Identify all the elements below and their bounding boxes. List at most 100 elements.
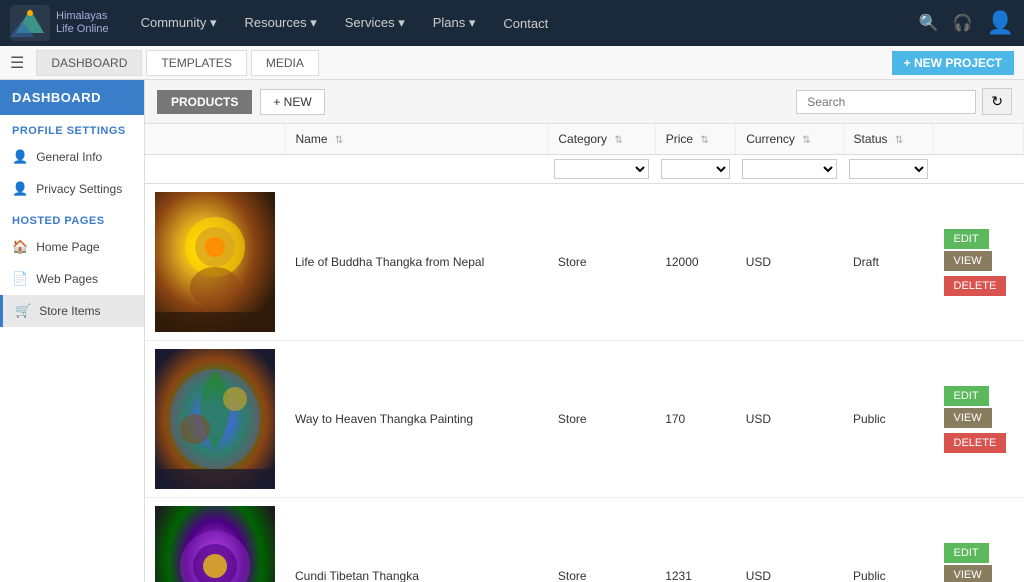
col-actions xyxy=(934,124,1024,155)
product-price-3: 1231 xyxy=(655,498,736,582)
sidebar-item-store-items[interactable]: 🛒 Store Items xyxy=(0,295,144,327)
col-name: Name ⇅ xyxy=(285,124,548,155)
view-button-1[interactable]: VIEW xyxy=(944,251,992,271)
filter-category-cell[interactable]: Store xyxy=(548,155,655,184)
delete-button-1[interactable]: DELETE xyxy=(944,276,1007,296)
nav-items: Community ▾ Resources ▾ Services ▾ Plans… xyxy=(129,9,919,37)
sidebar-header: DASHBOARD xyxy=(0,80,144,115)
price-filter-select[interactable] xyxy=(661,159,730,179)
action-buttons-1: EDIT VIEW DELETE xyxy=(944,229,1014,296)
product-status-1: Draft xyxy=(843,184,934,341)
nav-community[interactable]: Community ▾ xyxy=(129,9,229,37)
table-row: Life of Buddha Thangka from Nepal Store … xyxy=(145,184,1024,341)
edit-button-2[interactable]: EDIT xyxy=(944,386,989,406)
content-area: PRODUCTS + NEW ↻ Name ⇅ Category ⇅ xyxy=(145,80,1024,582)
search-input[interactable] xyxy=(796,90,976,114)
sidebar-item-privacy-settings[interactable]: 👤 Privacy Settings xyxy=(0,173,144,205)
product-actions-1: EDIT VIEW DELETE xyxy=(934,184,1024,341)
product-actions-3: EDIT VIEW DELETE xyxy=(934,498,1024,582)
filter-name-cell xyxy=(285,155,548,184)
nav-plans[interactable]: Plans ▾ xyxy=(421,9,488,37)
sidebar-label-general-info: General Info xyxy=(36,150,102,164)
hamburger-icon[interactable]: ☰ xyxy=(10,53,24,73)
filter-currency-cell[interactable]: USD xyxy=(736,155,843,184)
product-price-2: 170 xyxy=(655,341,736,498)
product-image-cell-3 xyxy=(145,498,285,582)
top-navigation: HimalayasLife Online Community ▾ Resourc… xyxy=(0,0,1024,46)
search-area: ↻ xyxy=(796,88,1012,115)
table-header-row: Name ⇅ Category ⇅ Price ⇅ Currency ⇅ xyxy=(145,124,1024,155)
product-status-2: Public xyxy=(843,341,934,498)
product-currency-2: USD xyxy=(736,341,843,498)
product-category-3: Store xyxy=(548,498,655,582)
product-name-1: Life of Buddha Thangka from Nepal xyxy=(285,184,548,341)
category-sort-icon[interactable]: ⇅ xyxy=(614,135,622,146)
hosted-pages-section: HOSTED PAGES xyxy=(0,205,144,231)
currency-filter-select[interactable]: USD xyxy=(742,159,837,179)
action-buttons-3: EDIT VIEW DELETE xyxy=(944,543,1014,582)
product-image-cell-1 xyxy=(145,184,285,341)
delete-button-2[interactable]: DELETE xyxy=(944,433,1007,453)
products-button[interactable]: PRODUCTS xyxy=(157,90,252,114)
name-sort-icon[interactable]: ⇅ xyxy=(335,135,343,146)
home-icon: 🏠 xyxy=(12,239,28,255)
nav-services[interactable]: Services ▾ xyxy=(333,9,417,37)
edit-button-1[interactable]: EDIT xyxy=(944,229,989,249)
product-actions-2: EDIT VIEW DELETE xyxy=(934,341,1024,498)
filter-price-cell[interactable] xyxy=(655,155,736,184)
status-filter-select[interactable]: Draft Public xyxy=(849,159,928,179)
sidebar-item-home-page[interactable]: 🏠 Home Page xyxy=(0,231,144,263)
edit-button-3[interactable]: EDIT xyxy=(944,543,989,563)
table-row: Way to Heaven Thangka Painting Store 170… xyxy=(145,341,1024,498)
action-buttons-2: EDIT VIEW DELETE xyxy=(944,386,1014,453)
view-button-3[interactable]: VIEW xyxy=(944,565,992,582)
filter-status-cell[interactable]: Draft Public xyxy=(843,155,934,184)
tab-media[interactable]: MEDIA xyxy=(251,50,319,76)
category-filter-select[interactable]: Store xyxy=(554,159,649,179)
filter-actions-cell xyxy=(934,155,1024,184)
col-image xyxy=(145,124,285,155)
product-name-2: Way to Heaven Thangka Painting xyxy=(285,341,548,498)
refresh-button[interactable]: ↻ xyxy=(982,88,1012,115)
sub-navigation: ☰ DASHBOARD TEMPLATES MEDIA + NEW PROJEC… xyxy=(0,46,1024,80)
product-image-cell-2 xyxy=(145,341,285,498)
headset-icon[interactable]: 🎧 xyxy=(953,13,973,33)
sidebar-label-web-pages: Web Pages xyxy=(36,272,98,286)
pages-icon: 📄 xyxy=(12,271,28,287)
product-image-2 xyxy=(155,349,275,489)
new-item-button[interactable]: + NEW xyxy=(260,89,324,115)
products-table: Name ⇅ Category ⇅ Price ⇅ Currency ⇅ xyxy=(145,124,1024,582)
nav-contact[interactable]: Contact xyxy=(491,10,560,37)
sidebar: DASHBOARD PROFILE SETTINGS 👤 General Inf… xyxy=(0,80,145,582)
content-toolbar: PRODUCTS + NEW ↻ xyxy=(145,80,1024,124)
user-circle-icon: 👤 xyxy=(12,149,28,165)
view-button-2[interactable]: VIEW xyxy=(944,408,992,428)
brand-logo[interactable]: HimalayasLife Online xyxy=(10,5,109,41)
search-icon[interactable]: 🔍 xyxy=(919,13,939,33)
filter-image-cell xyxy=(145,155,285,184)
currency-sort-icon[interactable]: ⇅ xyxy=(802,135,810,146)
user-avatar[interactable]: 👤 xyxy=(987,10,1014,36)
nav-resources[interactable]: Resources ▾ xyxy=(232,9,328,37)
brand-text: HimalayasLife Online xyxy=(56,10,109,36)
sidebar-label-home-page: Home Page xyxy=(36,240,99,254)
col-status: Status ⇅ xyxy=(843,124,934,155)
product-currency-1: USD xyxy=(736,184,843,341)
new-project-button[interactable]: + NEW PROJECT xyxy=(892,51,1014,75)
tab-templates[interactable]: TEMPLATES xyxy=(146,50,246,76)
col-category: Category ⇅ xyxy=(548,124,655,155)
table-row: Cundi Tibetan Thangka Store 1231 USD Pub… xyxy=(145,498,1024,582)
filter-row: Store USD xyxy=(145,155,1024,184)
product-category-1: Store xyxy=(548,184,655,341)
tab-dashboard[interactable]: DASHBOARD xyxy=(36,50,142,76)
privacy-icon: 👤 xyxy=(12,181,28,197)
profile-settings-section: PROFILE SETTINGS xyxy=(0,115,144,141)
status-sort-icon[interactable]: ⇅ xyxy=(895,135,903,146)
product-currency-3: USD xyxy=(736,498,843,582)
product-image-3 xyxy=(155,506,275,582)
col-price: Price ⇅ xyxy=(655,124,736,155)
nav-right-icons: 🔍 🎧 👤 xyxy=(919,10,1014,36)
sidebar-item-general-info[interactable]: 👤 General Info xyxy=(0,141,144,173)
sidebar-item-web-pages[interactable]: 📄 Web Pages xyxy=(0,263,144,295)
price-sort-icon[interactable]: ⇅ xyxy=(700,135,708,146)
